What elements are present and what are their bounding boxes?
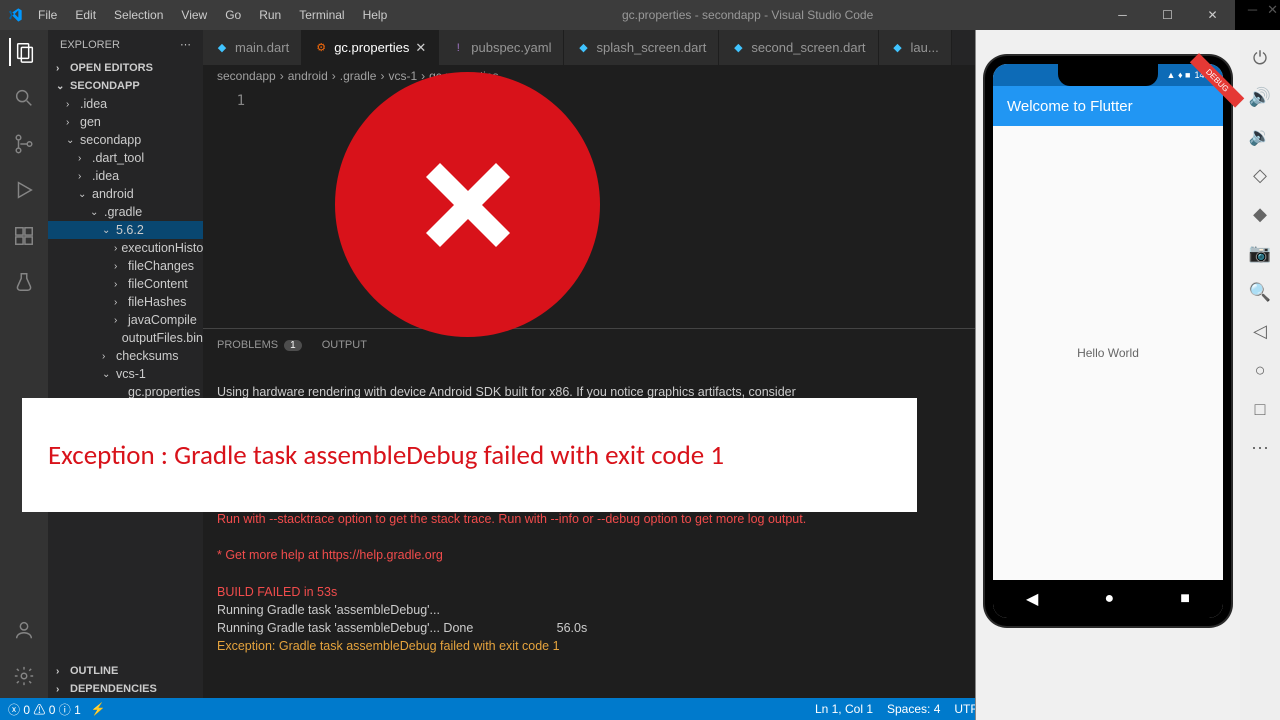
more-icon[interactable]: ⋯	[180, 38, 191, 51]
workspace-root[interactable]: ⌄SECONDAPP	[48, 77, 203, 95]
terminal-line: BUILD FAILED in 53s	[217, 585, 337, 599]
test-icon[interactable]	[10, 268, 38, 296]
output-tab[interactable]: OUTPUT	[322, 339, 367, 351]
error-overlay-icon	[335, 72, 600, 337]
terminal-line: Exception: Gradle task assembleDebug fai…	[217, 639, 560, 653]
close-button[interactable]: ✕	[1190, 0, 1235, 30]
explorer-icon[interactable]	[9, 38, 37, 66]
editor-tab[interactable]: !pubspec.yaml	[439, 30, 564, 65]
terminal-line: Running Gradle task 'assembleDebug'...	[217, 603, 440, 617]
error-overlay-banner: Exception : Gradle task assembleDebug fa…	[22, 398, 917, 512]
emu-minimize[interactable]: ─	[1248, 2, 1257, 18]
tree-item[interactable]: ›.dart_tool	[48, 149, 203, 167]
window-controls: ─ ☐ ✕	[1100, 0, 1235, 30]
back-icon[interactable]: ◀	[1026, 589, 1038, 609]
editor-tab[interactable]: ◆lau...	[879, 30, 952, 65]
rotate-right-icon[interactable]: ◆	[1253, 204, 1267, 225]
tree-item[interactable]: ⌄vcs-1	[48, 365, 203, 383]
overview-tool-icon[interactable]: □	[1255, 399, 1266, 420]
status-errors[interactable]: ⓧ 0 ⚠ 0 ⓘ 1	[8, 701, 81, 718]
editor-tab[interactable]: ◆main.dart	[203, 30, 302, 65]
emu-close[interactable]: ✕	[1267, 2, 1278, 18]
outline-section[interactable]: ›OUTLINE	[48, 662, 203, 680]
emulator-window-controls: ─ ✕	[1248, 2, 1278, 18]
tree-item[interactable]: ›executionHistory	[48, 239, 203, 257]
editor-tab[interactable]: ◆second_screen.dart	[719, 30, 878, 65]
file-tree: ›.idea›gen⌄secondapp›.dart_tool›.idea⌄an…	[48, 95, 203, 662]
account-icon[interactable]	[10, 616, 38, 644]
android-nav-bar: ◀ ● ■	[993, 580, 1223, 618]
minimize-button[interactable]: ─	[1100, 0, 1145, 30]
editor-tab[interactable]: ◆splash_screen.dart	[564, 30, 719, 65]
problems-tab[interactable]: PROBLEMS1	[217, 339, 302, 351]
activity-bar	[0, 30, 48, 698]
home-icon[interactable]: ●	[1104, 590, 1114, 608]
tree-item[interactable]: ⌄.gradle	[48, 203, 203, 221]
tree-item[interactable]: ⌄secondapp	[48, 131, 203, 149]
zoom-icon[interactable]: 🔍	[1249, 282, 1271, 303]
emulator-toolbar: ⏻ 🔊 🔉 ◇ ◆ 📷 🔍 ◁ ○ □ ⋯	[1240, 30, 1280, 720]
tree-item[interactable]: ›checksums	[48, 347, 203, 365]
home-tool-icon[interactable]: ○	[1255, 360, 1266, 381]
vscode-logo-icon	[0, 7, 30, 23]
emulator-body: DEBUG ▲ ♦ ■ 14:52 Welcome to Flutter Hel…	[976, 30, 1240, 720]
more-tool-icon[interactable]: ⋯	[1251, 438, 1269, 459]
menu-run[interactable]: Run	[251, 4, 289, 26]
cursor-position[interactable]: Ln 1, Col 1	[815, 702, 873, 716]
sidebar-title: EXPLORER⋯	[48, 30, 203, 59]
tree-item[interactable]: ›fileHashes	[48, 293, 203, 311]
dependencies-section[interactable]: ›DEPENDENCIES	[48, 680, 203, 698]
line-number: 1	[203, 87, 263, 109]
indent[interactable]: Spaces: 4	[887, 702, 940, 716]
terminal-line: Run with --stacktrace option to get the …	[217, 512, 806, 526]
editor-tab[interactable]: ⚙gc.properties ✕	[302, 30, 439, 65]
menu-help[interactable]: Help	[355, 4, 396, 26]
search-icon[interactable]	[10, 84, 38, 112]
tree-item[interactable]: ⌄5.6.2	[48, 221, 203, 239]
power-icon[interactable]: ⏻	[1253, 48, 1267, 69]
volume-down-icon[interactable]: 🔉	[1249, 126, 1271, 147]
rotate-left-icon[interactable]: ◇	[1253, 165, 1267, 186]
terminal-line: Running Gradle task 'assembleDebug'... D…	[217, 621, 587, 635]
tree-item[interactable]: outputFiles.bin	[48, 329, 203, 347]
extensions-icon[interactable]	[10, 222, 38, 250]
tree-item[interactable]: ›fileContent	[48, 275, 203, 293]
menu-bar: File Edit Selection View Go Run Terminal…	[30, 4, 395, 26]
tree-item[interactable]: ›javaCompile	[48, 311, 203, 329]
app-content: Hello World	[993, 126, 1223, 580]
sidebar: EXPLORER⋯ ›OPEN EDITORS ⌄SECONDAPP ›.ide…	[48, 30, 203, 698]
menu-view[interactable]: View	[173, 4, 215, 26]
phone-notch	[1058, 64, 1158, 86]
app-bar: Welcome to Flutter	[993, 86, 1223, 126]
run-debug-icon[interactable]	[10, 176, 38, 204]
back-tool-icon[interactable]: ◁	[1253, 321, 1267, 342]
tree-item[interactable]: ›.idea	[48, 95, 203, 113]
settings-icon[interactable]	[10, 662, 38, 690]
phone-frame: DEBUG ▲ ♦ ■ 14:52 Welcome to Flutter Hel…	[985, 56, 1231, 626]
tree-item[interactable]: ›.idea	[48, 167, 203, 185]
tree-item[interactable]: ⌄android	[48, 185, 203, 203]
source-control-icon[interactable]	[10, 130, 38, 158]
terminal-line: * Get more help at https://help.gradle.o…	[217, 548, 443, 562]
volume-up-icon[interactable]: 🔊	[1249, 87, 1271, 108]
menu-selection[interactable]: Selection	[106, 4, 171, 26]
menu-edit[interactable]: Edit	[67, 4, 104, 26]
menu-terminal[interactable]: Terminal	[291, 4, 352, 26]
window-title: gc.properties - secondapp - Visual Studi…	[395, 8, 1100, 22]
menu-file[interactable]: File	[30, 4, 65, 26]
tree-item[interactable]: ›gen	[48, 113, 203, 131]
emulator-window: ─ ✕ DEBUG ▲ ♦ ■ 14:52 Welcome to Flutter…	[975, 30, 1280, 720]
title-bar: File Edit Selection View Go Run Terminal…	[0, 0, 1235, 30]
open-editors-section[interactable]: ›OPEN EDITORS	[48, 59, 203, 77]
flutter-status-icon[interactable]: ⚡	[91, 702, 106, 716]
phone-screen[interactable]: ▲ ♦ ■ 14:52 Welcome to Flutter Hello Wor…	[993, 64, 1223, 618]
menu-go[interactable]: Go	[217, 4, 249, 26]
tree-item[interactable]: ›fileChanges	[48, 257, 203, 275]
recent-icon[interactable]: ■	[1180, 590, 1190, 608]
camera-icon[interactable]: 📷	[1249, 243, 1271, 264]
maximize-button[interactable]: ☐	[1145, 0, 1190, 30]
